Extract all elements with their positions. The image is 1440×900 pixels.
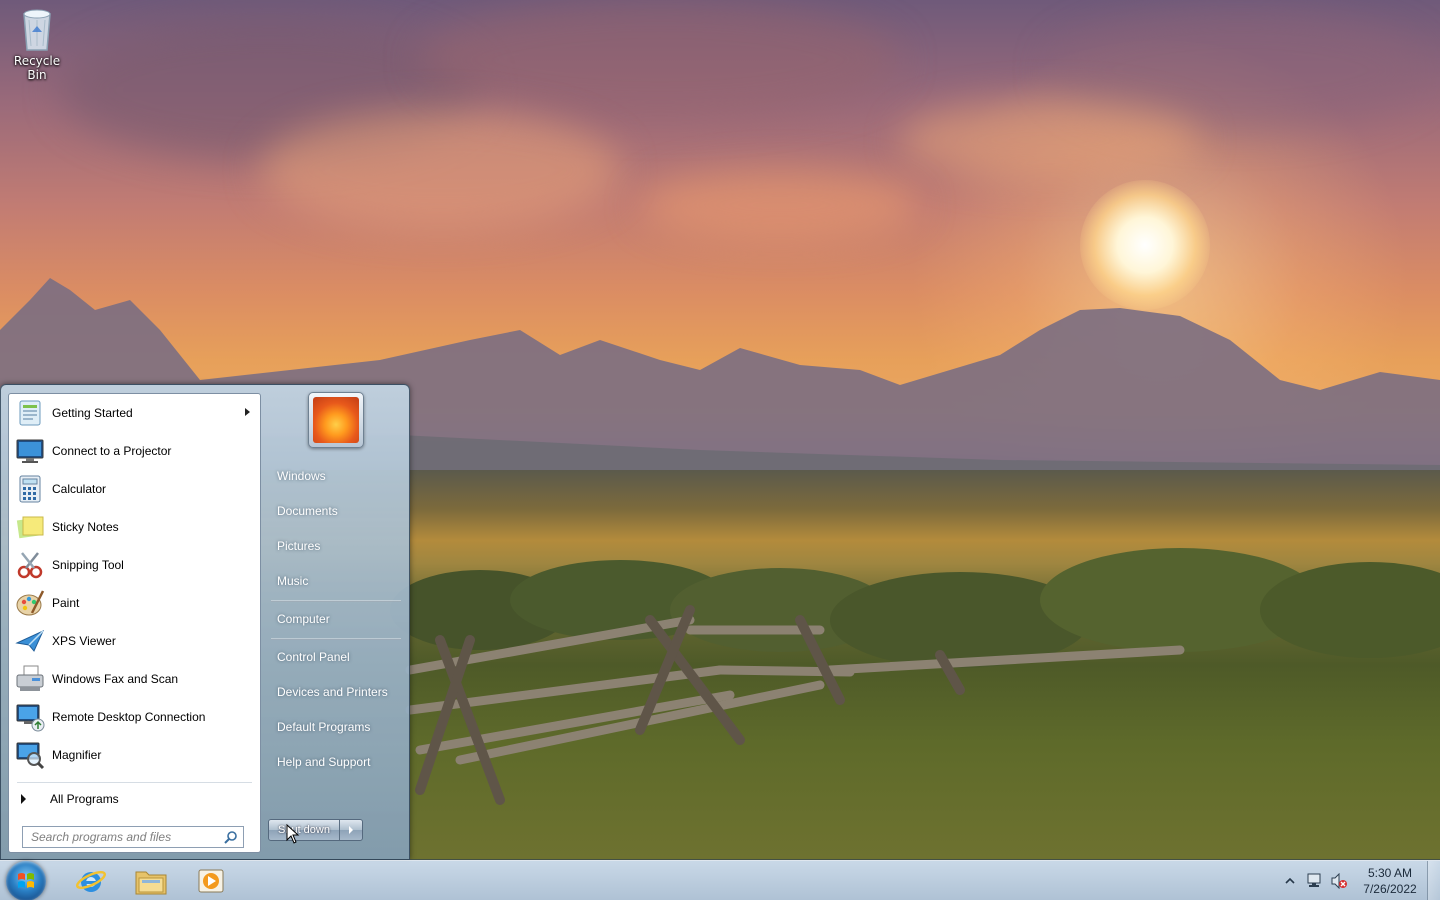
link-help-and-support[interactable]: Help and Support (277, 755, 370, 769)
taskbar-clock[interactable]: 5:30 AM 7/26/2022 (1354, 865, 1426, 897)
start-search-box[interactable] (22, 826, 244, 848)
flower-picture-icon (313, 397, 359, 443)
program-label: Remote Desktop Connection (52, 710, 206, 724)
recycle-bin-icon (23, 9, 51, 51)
network-icon[interactable] (1306, 873, 1324, 889)
internet-explorer-icon (75, 870, 107, 892)
shutdown-button[interactable]: Shut down (269, 820, 340, 840)
program-sticky-notes[interactable]: Sticky Notes (9, 508, 260, 546)
link-pictures[interactable]: Pictures (277, 539, 320, 553)
program-remote-desktop-connection[interactable]: Remote Desktop Connection (9, 698, 260, 736)
magnifier-icon (16, 742, 45, 770)
link-music[interactable]: Music (277, 574, 308, 588)
program-label: Getting Started (52, 406, 133, 420)
program-connect-to-projector[interactable]: Connect to a Projector (9, 432, 260, 470)
start-button[interactable] (6, 861, 46, 900)
link-default-programs[interactable]: Default Programs (277, 720, 370, 734)
taskbar-windows-explorer[interactable] (122, 863, 180, 899)
paint-icon (16, 590, 45, 616)
search-input[interactable] (23, 827, 221, 847)
program-getting-started[interactable]: Getting Started (9, 394, 260, 432)
xps-viewer-icon (15, 629, 45, 652)
all-programs-button[interactable]: All Programs (9, 786, 260, 812)
link-documents[interactable]: Documents (277, 504, 338, 518)
link-control-panel[interactable]: Control Panel (277, 650, 350, 664)
program-windows-fax-and-scan[interactable]: Windows Fax and Scan (9, 660, 260, 698)
recycle-bin-shortcut[interactable]: Recycle Bin (4, 6, 70, 82)
show-hidden-icons-icon[interactable] (1284, 876, 1296, 886)
program-label: Windows Fax and Scan (52, 672, 179, 686)
program-list: Getting Started Connect to a Projector C… (9, 394, 260, 774)
user-account-picture[interactable] (308, 392, 364, 448)
places-divider (271, 600, 401, 602)
program-snipping-tool[interactable]: Snipping Tool (9, 546, 260, 584)
calculator-icon (19, 475, 41, 503)
all-programs-divider (17, 782, 252, 783)
clock-time: 5:30 AM (1367, 866, 1413, 880)
recycle-bin-label: Recycle Bin (13, 54, 61, 82)
program-label: Paint (52, 596, 80, 610)
projector-icon (16, 439, 44, 463)
sticky-notes-icon (16, 516, 44, 539)
link-computer[interactable]: Computer (277, 612, 330, 626)
start-menu: Getting Started Connect to a Projector C… (0, 384, 410, 860)
submenu-arrow-icon[interactable] (245, 408, 250, 416)
program-xps-viewer[interactable]: XPS Viewer (9, 622, 260, 660)
program-calculator[interactable]: Calculator (9, 470, 260, 508)
shutdown-control: Shut down (268, 819, 363, 841)
program-label: Sticky Notes (52, 520, 119, 534)
taskbar-media-player[interactable] (182, 863, 240, 899)
wooden-fence (405, 605, 1185, 805)
windows-logo-icon (18, 873, 34, 888)
fax-scan-icon (16, 665, 44, 691)
link-windows[interactable]: Windows (277, 469, 326, 483)
getting-started-icon (19, 400, 41, 426)
program-paint[interactable]: Paint (9, 584, 260, 622)
program-label: XPS Viewer (52, 634, 116, 648)
start-menu-places-pane: Windows Documents Pictures Music Compute… (263, 385, 409, 861)
taskbar-internet-explorer[interactable] (62, 863, 120, 899)
clock-date: 7/26/2022 (1363, 882, 1417, 896)
program-label: Snipping Tool (52, 558, 124, 572)
link-devices-and-printers[interactable]: Devices and Printers (277, 685, 388, 699)
show-desktop-button[interactable] (1427, 861, 1440, 900)
search-icon[interactable] (224, 830, 238, 844)
all-programs-label: All Programs (50, 792, 119, 806)
volume-muted-icon[interactable] (1330, 873, 1348, 889)
mouse-pointer-icon (286, 824, 300, 844)
remote-desktop-icon (16, 704, 45, 732)
expand-arrow-icon (21, 794, 26, 804)
taskbar: 5:30 AM 7/26/2022 (0, 860, 1440, 900)
program-magnifier[interactable]: Magnifier (9, 736, 260, 774)
media-player-icon (198, 869, 224, 893)
shutdown-options-button[interactable] (340, 820, 362, 840)
program-label: Magnifier (52, 748, 102, 762)
program-label: Calculator (52, 482, 107, 496)
start-menu-programs-pane: Getting Started Connect to a Projector C… (8, 393, 261, 853)
program-label: Connect to a Projector (52, 444, 172, 458)
places-divider (271, 638, 401, 640)
snipping-tool-icon (17, 552, 43, 579)
file-explorer-icon (135, 871, 167, 895)
